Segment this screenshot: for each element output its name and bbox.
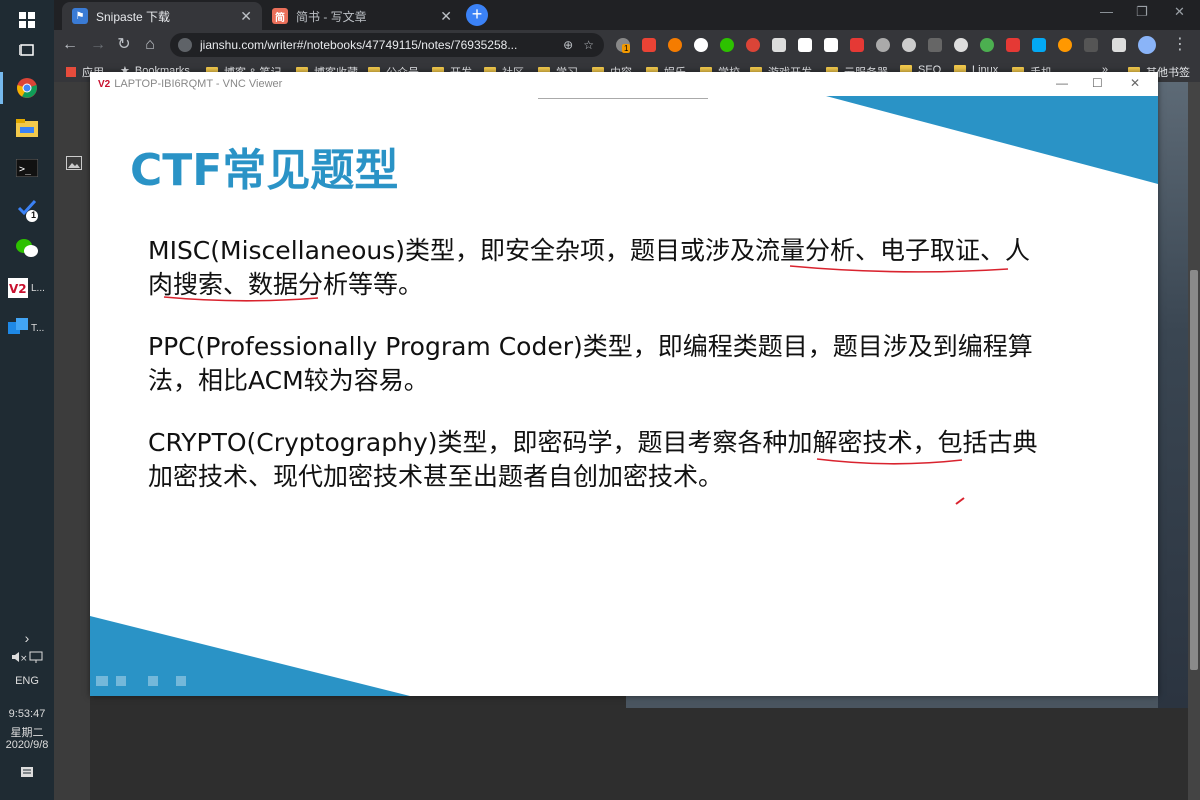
- tablet-app-icon: [8, 318, 28, 334]
- reload-icon[interactable]: ↻: [114, 35, 134, 55]
- paragraph-line: 法，相比ACM较为容易。: [148, 366, 429, 395]
- extension-icon[interactable]: [876, 38, 890, 52]
- zoom-icon[interactable]: ⊕: [563, 38, 573, 52]
- clock-time[interactable]: 9:53:47: [0, 708, 54, 720]
- vnc-icon: V2: [8, 278, 28, 298]
- star-icon[interactable]: ☆: [583, 38, 594, 52]
- tab-title: Snipaste 下载: [96, 9, 171, 24]
- profile-avatar[interactable]: [1138, 36, 1156, 54]
- new-tab-button[interactable]: +: [466, 4, 488, 26]
- tab-jianshu[interactable]: 简 简书 - 写文章 ✕: [262, 2, 462, 30]
- extension-badge: 1: [622, 44, 631, 53]
- extension-icon[interactable]: [928, 38, 942, 52]
- paragraph-line: 肉搜索、数据分析等等。: [148, 270, 424, 299]
- language-indicator[interactable]: ENG: [0, 675, 54, 687]
- vnc-title-bar[interactable]: V2 LAPTOP-IBI6RQMT - VNC Viewer: [90, 72, 1158, 96]
- extensions-puzzle-icon[interactable]: [1112, 38, 1126, 52]
- svg-text:V2: V2: [9, 282, 27, 296]
- tab-snipaste[interactable]: ⚑ Snipaste 下载 ✕: [62, 2, 262, 30]
- todo-badge: 1: [31, 210, 37, 220]
- extension-icon[interactable]: [954, 38, 968, 52]
- tray-sound-network[interactable]: ×: [0, 650, 54, 667]
- tray-expand-icon[interactable]: ›: [0, 630, 54, 646]
- extension-icon[interactable]: [850, 38, 864, 52]
- extension-icon[interactable]: [720, 38, 734, 52]
- extension-icon[interactable]: [642, 38, 656, 52]
- annotation-pen-cursor: [955, 497, 965, 505]
- menu-icon[interactable]: ⋮: [1170, 35, 1190, 55]
- background-photo: [1158, 82, 1188, 708]
- slide-paragraph-misc: MISC(Miscellaneous)类型，即安全杂项，题目或涉及流量分析、电子…: [148, 234, 1098, 302]
- taskbar: >_ 1 V2 L... T... › × ENG 9:53:47 星期二 20…: [0, 0, 54, 800]
- paragraph-line: MISC(Miscellaneous)类型，即安全杂项，题目或涉及流量分析、电子…: [148, 236, 1031, 265]
- notification-icon[interactable]: [0, 766, 54, 783]
- paragraph-line: PPC(Professionally Program Coder)类型，即编程类…: [148, 332, 1033, 361]
- extension-icon[interactable]: [746, 38, 760, 52]
- editor-left-panel: [54, 82, 90, 800]
- vnc-minimize-icon[interactable]: —: [1056, 76, 1068, 90]
- vnc-logo-icon: V2: [98, 78, 111, 90]
- vnc-viewer-taskbar-item[interactable]: V2 L...: [0, 268, 54, 308]
- apps-grid-icon: [66, 67, 76, 77]
- chrome-app-icon[interactable]: [0, 68, 54, 108]
- url-text[interactable]: jianshu.com/writer#/notebooks/47749115/n…: [200, 38, 563, 52]
- tablet-taskbar-label: T...: [31, 322, 45, 334]
- close-tab-icon[interactable]: ✕: [240, 8, 252, 25]
- slide-title: CTF常见题型: [130, 145, 399, 196]
- vnc-maximize-icon[interactable]: ☐: [1092, 76, 1103, 90]
- extension-icon[interactable]: [798, 38, 812, 52]
- svg-text:×: ×: [20, 654, 28, 664]
- slide-paragraph-crypto: CRYPTO(Cryptography)类型，即密码学，题目考察各种加解密技术，…: [148, 426, 1098, 494]
- vnc-close-icon[interactable]: ✕: [1130, 76, 1140, 90]
- tab-strip: ⚑ Snipaste 下载 ✕ 简 简书 - 写文章 ✕ + — ❐ ✕: [54, 0, 1200, 30]
- extension-icon[interactable]: [980, 38, 994, 52]
- paragraph-line: CRYPTO(Cryptography)类型，即密码学，题目考察各种加解密技术，…: [148, 428, 1038, 457]
- extension-icon[interactable]: [1032, 38, 1046, 52]
- browser-toolbar: ← → ↻ ⌂ jianshu.com/writer#/notebooks/47…: [54, 30, 1200, 60]
- slide-paragraph-ppc: PPC(Professionally Program Coder)类型，即编程类…: [148, 330, 1098, 398]
- close-tab-icon[interactable]: ✕: [440, 8, 452, 25]
- task-view-icon[interactable]: [0, 30, 54, 70]
- vnc-taskbar-label: L...: [31, 282, 45, 294]
- clock-date: 2020/9/8: [5, 739, 49, 751]
- forward-icon[interactable]: →: [88, 35, 108, 55]
- home-icon[interactable]: ⌂: [140, 35, 160, 55]
- abp-icon[interactable]: [1006, 38, 1020, 52]
- restore-icon[interactable]: ❐: [1136, 4, 1148, 20]
- corner-triangle-top-right: [826, 96, 1158, 184]
- svg-text:>_: >_: [19, 164, 32, 175]
- presentation-slide: CTF常见题型 MISC(Miscellaneous)类型，即安全杂项，题目或涉…: [90, 96, 1158, 696]
- close-window-icon[interactable]: ✕: [1174, 4, 1185, 20]
- back-icon[interactable]: ←: [60, 35, 80, 55]
- extension-icon[interactable]: [668, 38, 682, 52]
- address-bar[interactable]: jianshu.com/writer#/notebooks/47749115/n…: [170, 33, 604, 57]
- vnc-window-title: LAPTOP-IBI6RQMT - VNC Viewer: [114, 78, 283, 90]
- corner-triangle-bottom-left: [90, 616, 410, 696]
- extension-icon[interactable]: [824, 38, 838, 52]
- todo-icon[interactable]: 1: [0, 190, 54, 230]
- extension-icon[interactable]: [902, 38, 916, 52]
- site-info-icon[interactable]: [178, 38, 192, 52]
- image-icon[interactable]: [66, 156, 82, 170]
- minimize-icon[interactable]: —: [1100, 4, 1113, 19]
- desktop: >_ 1 V2 L... T... › × ENG 9:53:47 星期二 20…: [0, 0, 1200, 800]
- tablet-app-taskbar-item[interactable]: T...: [0, 308, 54, 348]
- file-explorer-icon[interactable]: [0, 108, 54, 148]
- tab-title: 简书 - 写文章: [296, 9, 367, 24]
- terminal-icon[interactable]: >_: [0, 148, 54, 188]
- jianshu-icon: 简: [272, 8, 288, 24]
- clock-weekday: 星期二: [10, 727, 44, 739]
- extension-icon[interactable]: [772, 38, 786, 52]
- vnc-viewer-window: V2 LAPTOP-IBI6RQMT - VNC Viewer — ☐ ✕ CT…: [90, 72, 1158, 696]
- extension-icon[interactable]: [694, 38, 708, 52]
- tex-icon[interactable]: [1084, 38, 1098, 52]
- paragraph-line: 加密技术、现代加密技术甚至出题者自创加密技术。: [148, 462, 724, 491]
- extension-icon[interactable]: [1058, 38, 1072, 52]
- bookmark-icon: ⚑: [72, 8, 88, 24]
- scrollbar-thumb[interactable]: [1190, 270, 1198, 670]
- background-photo-strip: [626, 696, 1158, 708]
- wechat-icon[interactable]: [0, 228, 54, 268]
